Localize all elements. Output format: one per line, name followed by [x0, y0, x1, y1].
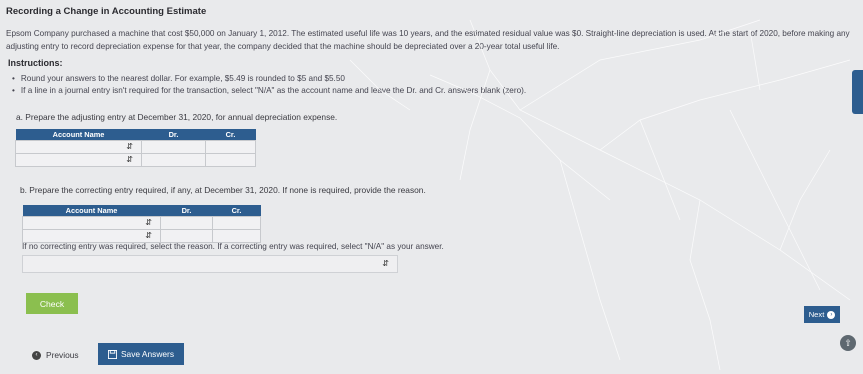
- instructions-list: Round your answers to the nearest dollar…: [12, 73, 526, 97]
- table-row: ⇵: [15, 139, 256, 154]
- instruction-item: If a line in a journal entry isn't requi…: [12, 85, 526, 97]
- up-down-arrows-icon: ⇵: [382, 259, 389, 268]
- table-row: ⇵: [22, 215, 261, 230]
- next-button[interactable]: Next ›: [804, 306, 840, 323]
- credit-input[interactable]: [205, 152, 256, 167]
- debit-input[interactable]: [160, 215, 213, 230]
- header-credit: Cr.: [205, 129, 256, 140]
- header-credit: Cr.: [212, 205, 261, 216]
- header-account-name: Account Name: [22, 205, 161, 216]
- side-panel-tab[interactable]: [852, 70, 863, 114]
- chevron-left-circle-icon: ‹: [32, 350, 41, 360]
- journal-entry-table-a: Account Name Dr. Cr. ⇵ ⇵: [15, 129, 256, 167]
- credit-input[interactable]: [205, 139, 256, 154]
- account-select[interactable]: ⇵: [22, 228, 161, 243]
- next-label: Next: [808, 310, 825, 319]
- save-icon: [107, 349, 117, 359]
- instruction-item: Round your answers to the nearest dollar…: [12, 73, 526, 85]
- table-row: ⇵: [22, 228, 261, 243]
- previous-button[interactable]: ‹ Previous: [32, 350, 79, 360]
- header-debit: Dr.: [141, 129, 206, 140]
- header-account-name: Account Name: [15, 129, 142, 140]
- account-select[interactable]: ⇵: [22, 215, 161, 230]
- save-answers-button[interactable]: Save Answers: [98, 343, 184, 365]
- up-down-arrows-icon: ⇵: [145, 230, 152, 240]
- previous-label: Previous: [46, 350, 79, 360]
- part-b-prompt: b. Prepare the correcting entry required…: [20, 185, 426, 195]
- problem-description: Epsom Company purchased a machine that c…: [6, 29, 850, 51]
- debit-input[interactable]: [141, 139, 206, 154]
- page-title: Recording a Change in Accounting Estimat…: [6, 6, 207, 17]
- account-select[interactable]: ⇵: [15, 139, 142, 154]
- instructions-heading: Instructions:: [8, 58, 63, 68]
- debit-input[interactable]: [141, 152, 206, 167]
- header-debit: Dr.: [160, 205, 213, 216]
- check-button[interactable]: Check: [26, 293, 78, 314]
- table-row: ⇵: [15, 152, 256, 167]
- up-down-arrows-icon: ⇵: [145, 217, 152, 227]
- credit-input[interactable]: [212, 228, 261, 243]
- up-down-arrows-icon: ⇵: [126, 141, 133, 151]
- up-down-arrows-icon: ⇵: [126, 154, 133, 164]
- chevron-right-circle-icon: ›: [827, 310, 836, 319]
- account-select[interactable]: ⇵: [15, 152, 142, 167]
- reason-label: If no correcting entry was required, sel…: [22, 242, 444, 251]
- credit-input[interactable]: [212, 215, 261, 230]
- part-a-prompt: a. Prepare the adjusting entry at Decemb…: [16, 112, 338, 122]
- save-label: Save Answers: [120, 349, 175, 359]
- up-arrow-circle-icon[interactable]: ⇧: [840, 335, 856, 351]
- reason-select[interactable]: ⇵: [22, 255, 398, 273]
- journal-entry-table-b: Account Name Dr. Cr. ⇵ ⇵: [22, 205, 261, 243]
- debit-input[interactable]: [160, 228, 213, 243]
